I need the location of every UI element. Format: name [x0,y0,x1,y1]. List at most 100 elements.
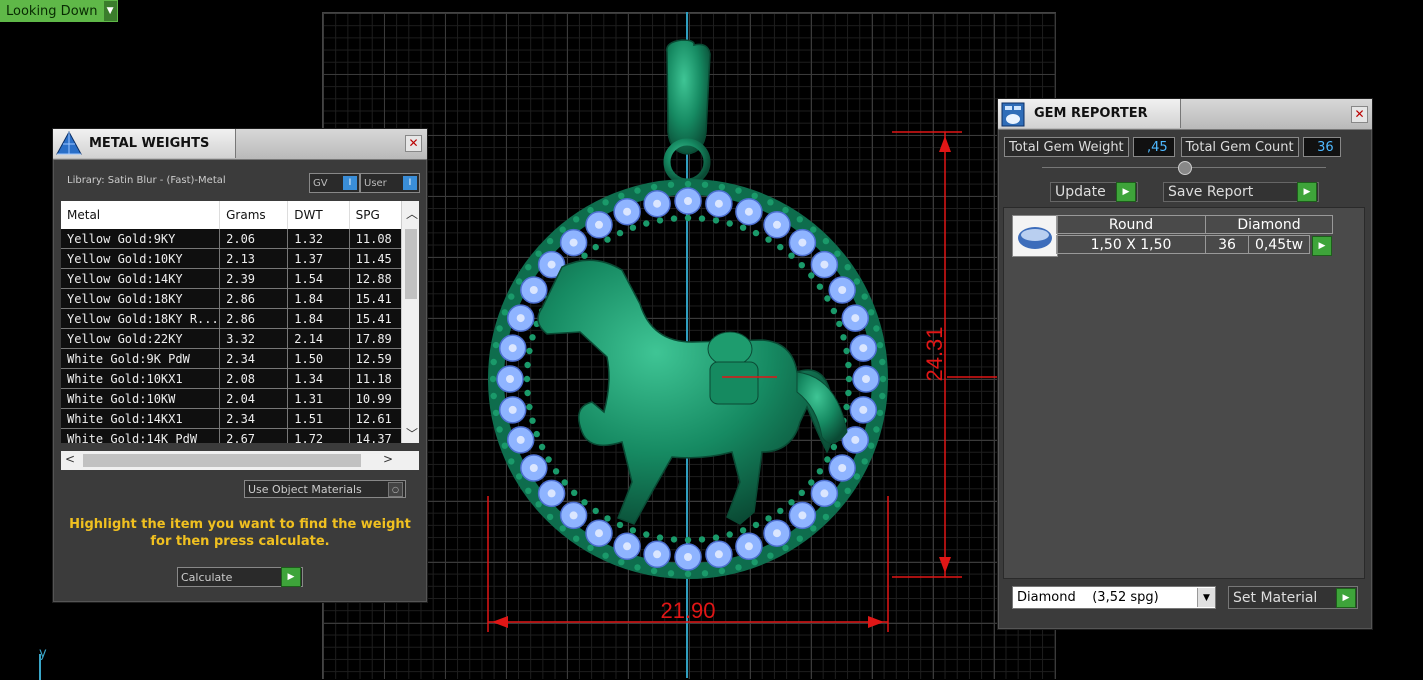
cell-dwt[interactable]: 1.54 [287,268,350,289]
column-header-dwt[interactable]: DWT [287,201,350,229]
set-material-button[interactable]: Set Material ▶ [1228,586,1358,609]
material-select[interactable]: Diamond (3,52 spg) ▼ [1012,586,1216,609]
metal-bead [879,358,886,366]
gem-material-cell[interactable]: Diamond [1205,215,1333,234]
user-toggle[interactable]: User I [360,173,420,193]
close-icon[interactable]: ✕ [405,135,422,152]
gem-table-facet [820,489,829,498]
gem-shape-cell[interactable]: Round [1056,215,1206,234]
metal-bead [843,347,850,355]
cell-metal[interactable]: Yellow Gold:18KY R... [61,308,221,329]
cell-metal[interactable]: Yellow Gold:22KY [61,328,221,349]
slider-knob[interactable] [1178,161,1192,175]
table-row[interactable]: White Gold:14KX1 2.34 1.51 12.61 [61,408,419,429]
cell-grams[interactable]: 3.32 [219,328,289,349]
cell-grams[interactable]: 2.34 [219,348,289,369]
calculate-button[interactable]: Calculate ▶ [177,567,303,587]
cell-metal[interactable]: White Gold:10KX1 [61,368,221,389]
metal-bead [701,181,709,188]
gem-reporter-titlebar[interactable]: GEM REPORTER ✕ [998,99,1372,130]
cell-metal[interactable]: White Gold:14KX1 [61,408,221,429]
table-row[interactable]: White Gold:10KW 2.04 1.31 10.99 [61,388,419,409]
set-material-label: Set Material [1233,589,1318,606]
cell-grams[interactable]: 2.04 [219,388,289,409]
gem-table-facet [623,542,632,551]
cell-metal[interactable]: White Gold:10KW [61,388,221,409]
table-row[interactable]: Yellow Gold:18KY 2.86 1.84 15.41 [61,288,419,309]
scroll-down-icon[interactable]: ﹀ [406,425,418,442]
cell-dwt[interactable]: 1.37 [287,248,350,269]
scroll-right-icon[interactable]: > [383,452,393,466]
cell-grams[interactable]: 2.34 [219,408,289,429]
table-row[interactable]: White Gold:10KX1 2.08 1.34 11.18 [61,368,419,389]
scroll-thumb[interactable] [83,454,361,467]
scroll-left-icon[interactable]: < [65,452,75,466]
close-icon[interactable]: ✕ [1351,106,1368,123]
gem-table-facet [838,286,847,294]
cell-metal[interactable]: White Gold:14K PdW [61,428,221,443]
cell-metal[interactable]: White Gold:9K PdW [61,348,221,369]
play-arrow-icon[interactable]: ▶ [1336,587,1356,608]
cell-metal[interactable]: Yellow Gold:18KY [61,288,221,309]
gv-toggle[interactable]: GV I [309,173,360,193]
play-arrow-icon[interactable]: ▶ [1312,236,1332,256]
cell-grams[interactable]: 2.39 [219,268,289,289]
cell-metal[interactable]: Yellow Gold:14KY [61,268,221,289]
pendant-model-viewport[interactable]: 24.31 21.90 [322,12,1055,678]
metal-bead [879,375,887,383]
table-row[interactable]: White Gold:9K PdW 2.34 1.50 12.59 [61,348,419,369]
cell-dwt[interactable]: 1.84 [287,308,350,329]
metal-table[interactable]: Metal Grams DWT SPG Yellow Gold:9KY 2.06 1… [61,201,419,443]
table-row[interactable]: White Gold:14K PdW 2.67 1.72 14.37 [61,428,419,443]
table-row[interactable]: Yellow Gold:18KY R... 2.86 1.84 15.41 [61,308,419,329]
cell-grams[interactable]: 2.13 [219,248,289,269]
table-row[interactable]: Yellow Gold:14KY 2.39 1.54 12.88 [61,268,419,289]
table-vertical-scrollbar[interactable]: ︿ ﹀ [401,201,419,443]
play-arrow-icon[interactable]: ▶ [1297,182,1317,202]
cell-grams[interactable]: 2.08 [219,368,289,389]
dropdown-arrow-icon[interactable]: ▼ [103,1,117,21]
cell-grams[interactable]: 2.86 [219,288,289,309]
gem-table-facet [798,511,807,520]
metal-bead [777,243,784,251]
cell-metal[interactable]: Yellow Gold:9KY [61,229,221,249]
cell-dwt[interactable]: 1.31 [287,388,350,409]
scroll-up-icon[interactable]: ︿ [406,205,418,222]
column-header-metal[interactable]: Metal [61,201,221,229]
table-horizontal-scrollbar[interactable]: < > [61,451,419,470]
cell-dwt[interactable]: 2.14 [287,328,350,349]
cell-dwt[interactable]: 1.72 [287,428,350,443]
cell-dwt[interactable]: 1.50 [287,348,350,369]
gem-table-facet [798,238,807,247]
cell-grams[interactable]: 2.06 [219,229,289,249]
cell-dwt[interactable]: 1.34 [287,368,350,389]
round-gem-icon[interactable] [1012,215,1058,257]
gem-table-facet [516,435,525,444]
update-button[interactable]: Update ▶ [1050,182,1138,202]
cell-metal[interactable]: Yellow Gold:10KY [61,248,221,269]
view-mode-selector[interactable]: Looking Down ▼ [0,0,118,22]
gem-count-cell[interactable]: 36 [1205,235,1249,254]
play-arrow-icon[interactable]: ▶ [281,567,301,587]
total-gem-weight-value: ,45 [1132,137,1175,157]
cell-dwt[interactable]: 1.84 [287,288,350,309]
gem-size-cell[interactable]: 1,50 X 1,50 [1056,235,1206,254]
table-row[interactable]: Yellow Gold:22KY 3.32 2.14 17.89 [61,328,419,349]
cell-dwt[interactable]: 1.51 [287,408,350,429]
gem-weight-cell[interactable]: 0,45tw [1248,235,1310,254]
gem-slider[interactable] [1042,161,1326,175]
table-row[interactable]: Yellow Gold:10KY 2.13 1.37 11.45 [61,248,419,269]
cell-grams[interactable]: 2.67 [219,428,289,443]
play-arrow-icon[interactable]: ▶ [1116,182,1136,202]
column-header-grams[interactable]: Grams [219,201,289,229]
table-row[interactable]: Yellow Gold:9KY 2.06 1.32 11.08 [61,229,419,249]
dropdown-arrow-icon[interactable]: ▼ [1197,588,1215,607]
scroll-thumb[interactable] [405,229,417,299]
save-report-button[interactable]: Save Report ▶ [1163,182,1319,202]
metal-weights-titlebar[interactable]: METAL WEIGHTS ✕ [53,129,427,160]
gem-table-facet [773,220,781,229]
use-object-materials-button[interactable]: Use Object Materials ○ [244,480,406,498]
cell-dwt[interactable]: 1.32 [287,229,350,249]
cell-grams[interactable]: 2.86 [219,308,289,329]
material-select-value: Diamond (3,52 spg) [1017,590,1159,605]
